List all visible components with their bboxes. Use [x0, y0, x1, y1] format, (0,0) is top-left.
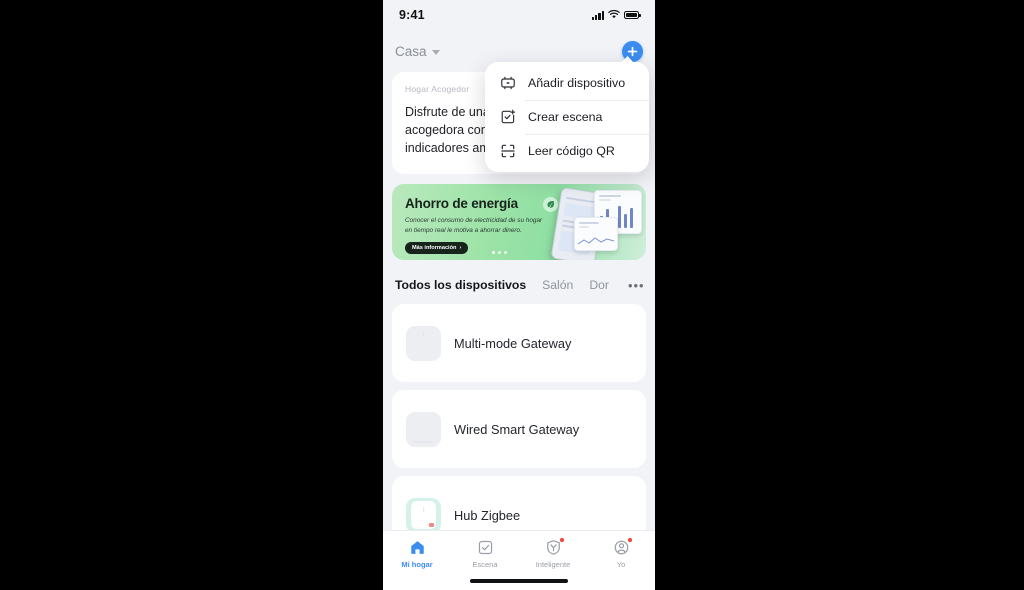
- device-thumbnail: [406, 411, 441, 447]
- tab-living-room[interactable]: Salón: [542, 278, 573, 292]
- list-item[interactable]: Wired Smart Gateway: [392, 390, 646, 468]
- checkbox-icon: [476, 538, 495, 557]
- device-filter-tabs: Todos los dispositivos Salón Dor •••: [383, 270, 655, 300]
- menu-item-create-scene[interactable]: Crear escena: [485, 100, 649, 134]
- device-name: Multi-mode Gateway: [454, 335, 572, 351]
- home-selector[interactable]: Casa: [395, 44, 440, 59]
- tab-smart[interactable]: Inteligente: [519, 537, 587, 569]
- home-name-label: Casa: [395, 43, 427, 59]
- menu-item-label: Añadir dispositivo: [528, 76, 626, 90]
- list-item[interactable]: Multi-mode Gateway: [392, 304, 646, 382]
- tab-scene[interactable]: Escena: [451, 538, 519, 569]
- banner-more-info-button[interactable]: Más información ›: [405, 242, 469, 254]
- menu-item-label: Crear escena: [528, 110, 603, 124]
- device-thumbnail: [406, 325, 441, 361]
- notification-badge: [627, 537, 633, 543]
- profile-icon: [612, 537, 633, 557]
- energy-saving-banner[interactable]: Ahorro de energía Conocer el consumo de …: [392, 184, 646, 260]
- home-indicator: [470, 579, 568, 583]
- status-bar: 9:41: [383, 0, 655, 30]
- menu-item-scan-qr[interactable]: Leer código QR: [485, 134, 649, 168]
- add-menu-popover: Añadir dispositivo Crear escena Leer cód…: [485, 56, 649, 172]
- tab-my-home[interactable]: Mi hogar: [383, 538, 451, 569]
- leaf-icon: [543, 197, 558, 212]
- notification-badge: [559, 537, 565, 543]
- device-thumbnail: [406, 497, 441, 533]
- device-name: Hub Zigbee: [454, 507, 521, 523]
- banner-heading: Ahorro de energía: [405, 196, 518, 211]
- phone-screen: 9:41 Casa Hogar Acogedor Disfrute de una…: [383, 0, 655, 590]
- tab-label: Mi hogar: [401, 560, 433, 569]
- add-device-icon: [499, 75, 516, 92]
- battery-icon: [624, 11, 641, 19]
- cellular-signal-icon: [591, 10, 604, 20]
- qr-scan-icon: [499, 143, 516, 160]
- create-scene-icon: [499, 109, 516, 126]
- wifi-icon: [608, 6, 620, 24]
- tab-label: Yo: [616, 560, 626, 569]
- tab-label: Escena: [472, 560, 498, 569]
- add-button[interactable]: [622, 40, 643, 62]
- menu-item-add-device[interactable]: Añadir dispositivo: [485, 66, 649, 100]
- status-bar-indicators: [591, 6, 641, 24]
- tab-bedroom[interactable]: Dor: [589, 278, 609, 292]
- tab-label: Inteligente: [535, 560, 571, 569]
- banner-paragraph: Conocer el consumo de electricidad de su…: [405, 217, 543, 234]
- screenshot-stage: 9:41 Casa Hogar Acogedor Disfrute de una…: [0, 0, 1024, 590]
- menu-item-label: Leer código QR: [528, 144, 615, 158]
- tabs-more-button[interactable]: •••: [624, 277, 645, 293]
- banner-text-block: Ahorro de energía Conocer el consumo de …: [392, 184, 646, 260]
- banner-cta-label: Más información: [412, 245, 457, 251]
- tab-all-devices[interactable]: Todos los dispositivos: [395, 278, 526, 292]
- plus-icon: [627, 46, 638, 56]
- chevron-down-icon: [431, 49, 440, 55]
- banner-page-dots[interactable]: [492, 251, 507, 254]
- status-bar-time: 9:41: [399, 8, 425, 22]
- device-name: Wired Smart Gateway: [454, 421, 580, 437]
- chevron-right-icon: ›: [459, 245, 462, 251]
- tab-profile[interactable]: Yo: [587, 537, 655, 569]
- smart-icon: [544, 537, 565, 557]
- home-icon: [408, 538, 427, 557]
